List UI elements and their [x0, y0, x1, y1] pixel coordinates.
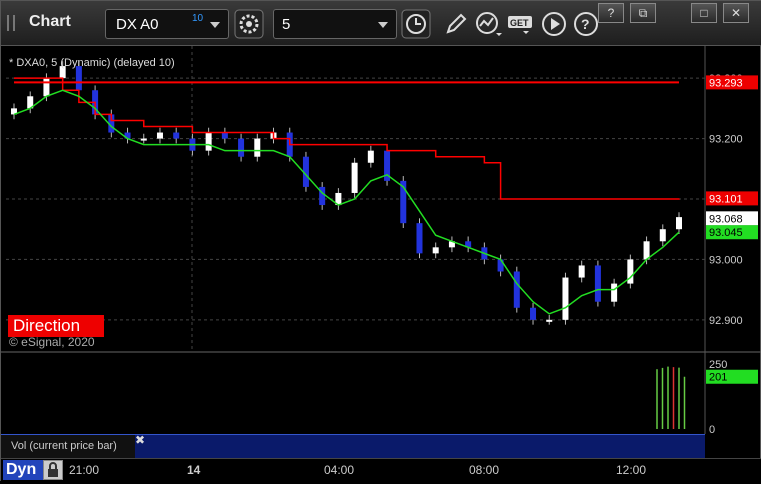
red-stop-line — [14, 77, 680, 200]
candle-up — [351, 162, 358, 193]
candle-up — [43, 78, 50, 97]
price-tick: 93.000 — [709, 254, 743, 266]
window-close-button[interactable]: ✕ — [723, 3, 749, 23]
time-tick: 12:00 — [616, 463, 647, 477]
candle-up — [659, 229, 666, 242]
candle-up — [254, 138, 261, 157]
price-tick: 92.900 — [709, 315, 743, 327]
candle-down — [75, 66, 82, 91]
candles-group — [11, 61, 682, 325]
price-tag-stop: 93.101 — [709, 193, 743, 205]
candle-up — [367, 150, 374, 163]
candle-up — [140, 138, 147, 141]
app-title: Chart — [29, 13, 71, 30]
get-icon[interactable]: GET — [506, 9, 536, 39]
candle-down — [173, 132, 180, 139]
volume-bars: 250201 0 — [656, 359, 758, 436]
interval-value: 5 — [282, 16, 291, 33]
price-tag-green: 93.045 — [709, 227, 743, 239]
candle-down — [594, 265, 601, 302]
lock-icon[interactable] — [43, 460, 63, 480]
chart-label: * DXA0, 5 (Dynamic) (delayed 10) — [9, 57, 175, 69]
chevron-down-icon[interactable] — [210, 22, 220, 28]
play-icon[interactable] — [539, 9, 569, 39]
candle-down — [221, 132, 228, 139]
price-tick: 93.200 — [709, 134, 743, 146]
interval-input[interactable]: 5 — [273, 9, 397, 39]
direction-badge[interactable]: Direction — [8, 315, 104, 337]
drag-handle[interactable] — [7, 15, 15, 31]
volume-pane-header: Vol (current price bar) ✖ — [1, 433, 705, 458]
price-axis: 93.30093.20093.10093.00092.90093.29393.1… — [706, 73, 758, 327]
clock-icon[interactable] — [401, 9, 431, 39]
price-tag-upper: 93.293 — [709, 77, 743, 89]
time-tick: 14 — [187, 463, 201, 477]
candle-up — [643, 241, 650, 260]
window-restore-button[interactable]: ⧉ — [630, 3, 656, 23]
candle-up — [156, 132, 163, 139]
candle-up — [676, 217, 682, 230]
candle-up — [611, 283, 618, 302]
price-chart[interactable]: 2502010 93.30093.20093.10093.00092.90093… — [1, 46, 761, 458]
volume-pane-label: Vol (current price bar) — [1, 435, 135, 458]
pencil-icon[interactable] — [441, 9, 471, 39]
help-icon[interactable]: ? — [571, 9, 601, 39]
time-tick: 21:00 — [69, 463, 100, 477]
svg-text:?: ? — [581, 16, 590, 32]
candle-down — [513, 271, 520, 308]
toolbar: Chart DX A0 10 5 GET ? ? ⧉ □ ✕ — [1, 1, 761, 46]
volume-tick: 0 — [709, 424, 715, 436]
svg-text:GET: GET — [510, 18, 529, 28]
price-tag-last: 93.068 — [709, 213, 743, 225]
window-maximize-button[interactable]: □ — [691, 3, 717, 23]
volume-tick: 201 — [709, 372, 727, 384]
candle-up — [562, 277, 569, 320]
candle-up — [578, 265, 585, 278]
chart-window: Chart DX A0 10 5 GET ? ? ⧉ □ ✕ 250 201 0… — [0, 0, 761, 482]
study-icon[interactable] — [474, 9, 504, 39]
close-icon[interactable]: ✖ — [135, 433, 147, 447]
candle-down — [416, 223, 423, 254]
chevron-down-icon[interactable] — [378, 22, 388, 28]
copyright-text: © eSignal, 2020 — [9, 335, 95, 349]
candle-down — [238, 138, 245, 157]
candle-up — [546, 319, 553, 322]
candle-up — [432, 247, 439, 254]
indicator-lines — [13, 77, 680, 315]
time-tick: 04:00 — [324, 463, 355, 477]
candle-up — [205, 132, 212, 151]
time-tick: 08:00 — [469, 463, 500, 477]
symbol-input[interactable]: DX A0 10 — [105, 9, 229, 39]
volume-tick: 250 — [709, 359, 727, 371]
candle-down — [530, 307, 537, 320]
symbol-delay-superscript: 10 — [192, 13, 204, 24]
gear-icon[interactable] — [234, 9, 264, 39]
time-axis[interactable] — [1, 458, 761, 482]
window-help-button[interactable]: ? — [598, 3, 624, 23]
symbol-value: DX A0 — [116, 16, 159, 33]
dyn-label[interactable]: Dyn — [3, 460, 43, 480]
